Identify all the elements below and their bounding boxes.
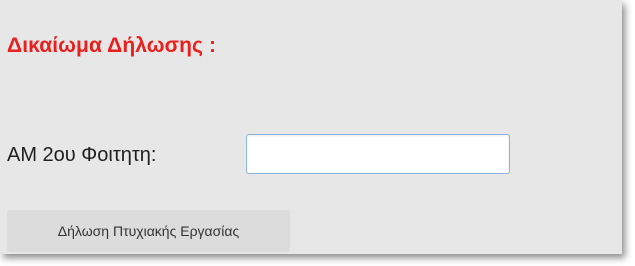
declaration-panel: Δικαίωμα Δήλωσης : AM 2ου Φοιτητη: Δήλωσ… [0, 0, 622, 254]
submit-thesis-declaration-button[interactable]: Δήλωση Πτυχιακής Εργασίας [7, 210, 290, 252]
student-id-input[interactable] [246, 134, 510, 174]
declaration-right-heading: Δικαίωμα Δήλωσης : [7, 34, 217, 57]
student-id-label: AM 2ου Φοιτητη: [7, 144, 157, 166]
